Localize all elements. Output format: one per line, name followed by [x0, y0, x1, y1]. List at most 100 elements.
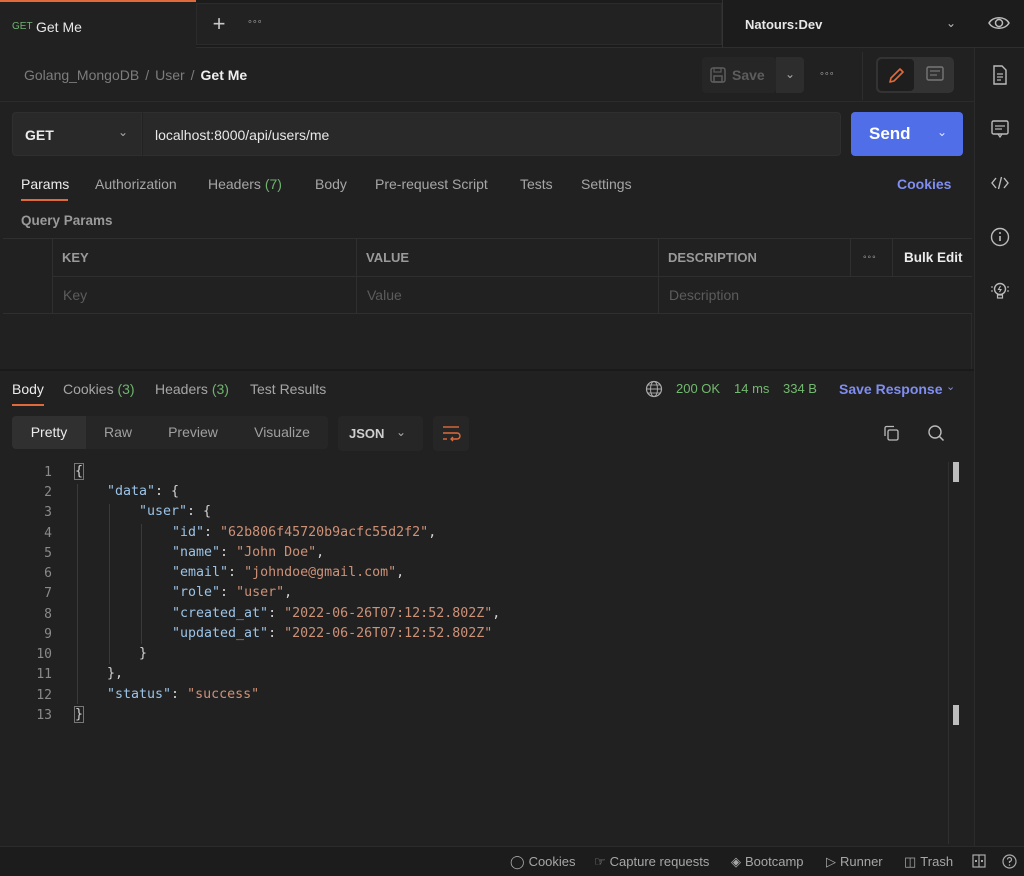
response-tab-cookies[interactable]: Cookies (3) — [63, 381, 135, 397]
breadcrumb-folder[interactable]: User — [155, 67, 185, 83]
code-line: } — [139, 646, 148, 661]
line-number: 12 — [36, 688, 52, 703]
code-line: "user": { — [139, 504, 212, 519]
eye-icon[interactable] — [988, 14, 1010, 32]
response-size[interactable]: 334 B — [783, 381, 817, 396]
tab-label: Body — [315, 176, 347, 192]
tab-label: Authorization — [95, 176, 177, 192]
response-tab-body[interactable]: Body — [12, 381, 44, 397]
line-number: 7 — [44, 586, 52, 601]
indent-guide — [141, 524, 142, 644]
key-placeholder: Key — [63, 287, 88, 303]
code-line: "data": { — [107, 484, 180, 499]
format-select[interactable]: JSON ⌄ — [338, 416, 423, 451]
view-mode-raw[interactable]: Raw — [86, 416, 150, 449]
footer-label: Cookies — [528, 854, 576, 869]
comment-mode-button[interactable] — [918, 59, 952, 91]
header-label: VALUE — [366, 250, 410, 265]
footer-trash[interactable]: ◫ Trash — [904, 854, 953, 870]
info-icon[interactable] — [989, 226, 1011, 248]
breadcrumb: Golang_MongoDB / User / Get Me — [24, 67, 247, 83]
json-value: "2022-06-26T07:12:52.802Z" — [284, 606, 493, 621]
more-options-icon[interactable]: ◦◦◦ — [820, 68, 835, 80]
chevron-down-icon[interactable]: ⌄ — [946, 380, 955, 393]
play-icon: ▷ — [826, 854, 836, 869]
footer-runner[interactable]: ▷ Runner — [826, 854, 883, 870]
breadcrumb-collection[interactable]: Golang_MongoDB — [24, 67, 139, 83]
breadcrumb-current[interactable]: Get Me — [201, 67, 248, 83]
description-input[interactable]: Description — [658, 276, 972, 314]
footer-bootcamp[interactable]: ◈ Bootcamp — [731, 854, 804, 870]
response-tab-headers[interactable]: Headers (3) — [155, 381, 229, 397]
comments-icon[interactable] — [989, 118, 1011, 140]
footer-label: Capture requests — [609, 854, 710, 869]
response-tab-test-results[interactable]: Test Results — [250, 381, 326, 397]
tab-pre-request-script[interactable]: Pre-request Script — [375, 176, 488, 192]
code-line: }, — [107, 666, 124, 681]
json-value: "62b806f45720b9acfc55d2f2" — [220, 525, 429, 540]
code-line: } — [73, 706, 85, 723]
environment-select[interactable]: Natours:Dev — [745, 17, 822, 32]
bulk-edit-button[interactable]: Bulk Edit — [904, 250, 963, 265]
chevron-down-icon[interactable]: ⌄ — [946, 16, 956, 30]
save-button[interactable]: Save — [702, 57, 776, 93]
tab-method-badge: GET — [12, 21, 33, 32]
key-input[interactable]: Key — [52, 276, 356, 314]
code-snippet-icon[interactable] — [989, 172, 1011, 194]
pane-resize-handle[interactable] — [0, 369, 974, 371]
pencil-icon — [889, 68, 904, 83]
globe-icon[interactable] — [645, 380, 663, 398]
tab-tests[interactable]: Tests — [520, 176, 553, 192]
copy-icon[interactable] — [882, 424, 900, 442]
tab-label: Settings — [581, 176, 632, 192]
tab-label: Headers — [155, 381, 208, 397]
status-code[interactable]: 200 OK — [676, 381, 720, 396]
plus-icon[interactable]: + — [208, 13, 230, 35]
tab-body[interactable]: Body — [315, 176, 347, 192]
two-pane-view-icon[interactable] — [972, 854, 986, 868]
json-key: "role" — [172, 585, 221, 600]
method-label: GET — [25, 127, 54, 143]
format-label: JSON — [349, 426, 385, 441]
edit-mode-button[interactable] — [878, 59, 914, 91]
send-dropdown-chevron-icon[interactable]: ⌄ — [937, 125, 947, 139]
tab-authorization[interactable]: Authorization — [95, 176, 177, 192]
footer-capture-requests[interactable]: ☞ Capture requests — [594, 854, 709, 870]
divider — [0, 101, 974, 102]
tab-settings[interactable]: Settings — [581, 176, 632, 192]
method-select[interactable]: GET ⌄ — [12, 112, 142, 156]
view-mode-pretty[interactable]: Pretty — [12, 416, 86, 449]
tab-get-me[interactable]: GET Get Me — [0, 0, 196, 48]
save-dropdown-chevron-icon[interactable]: ⌄ — [776, 57, 804, 93]
documentation-icon[interactable] — [989, 64, 1011, 86]
indent-guide — [109, 504, 110, 664]
active-tab-indicator — [21, 199, 68, 201]
tab-params[interactable]: Params — [21, 176, 69, 192]
editor-scrollbar[interactable] — [948, 462, 949, 844]
view-mode-visualize[interactable]: Visualize — [236, 416, 328, 449]
footer-cookies[interactable]: ◯ Cookies — [510, 854, 576, 870]
footer-label: Bootcamp — [745, 854, 804, 869]
capture-icon: ☞ — [594, 854, 606, 869]
params-empty-area — [3, 314, 972, 370]
more-horizontal-icon[interactable]: ◦◦◦ — [863, 252, 877, 263]
indent-guide — [77, 484, 78, 704]
trash-icon: ◫ — [904, 854, 917, 869]
save-response-button[interactable]: Save Response — [839, 381, 943, 397]
line-number: 3 — [44, 505, 52, 520]
help-icon[interactable] — [1002, 854, 1017, 869]
view-mode-preview[interactable]: Preview — [150, 416, 236, 449]
more-horizontal-icon[interactable]: ◦◦◦ — [248, 16, 263, 28]
value-input[interactable]: Value — [356, 276, 658, 314]
line-number: 10 — [36, 647, 52, 662]
chevron-down-icon: ⌄ — [118, 125, 129, 139]
response-time[interactable]: 14 ms — [734, 381, 769, 396]
url-input[interactable]: localhost:8000/api/users/me — [142, 112, 841, 156]
wrap-lines-button[interactable] — [433, 416, 469, 451]
lightbulb-icon[interactable] — [989, 280, 1011, 302]
search-icon[interactable] — [927, 424, 945, 442]
send-button[interactable]: Send ⌄ — [851, 112, 963, 156]
cookies-link[interactable]: Cookies — [897, 176, 951, 192]
code-line: "name": "John Doe", — [172, 545, 325, 560]
tab-headers[interactable]: Headers (7) — [208, 176, 282, 192]
